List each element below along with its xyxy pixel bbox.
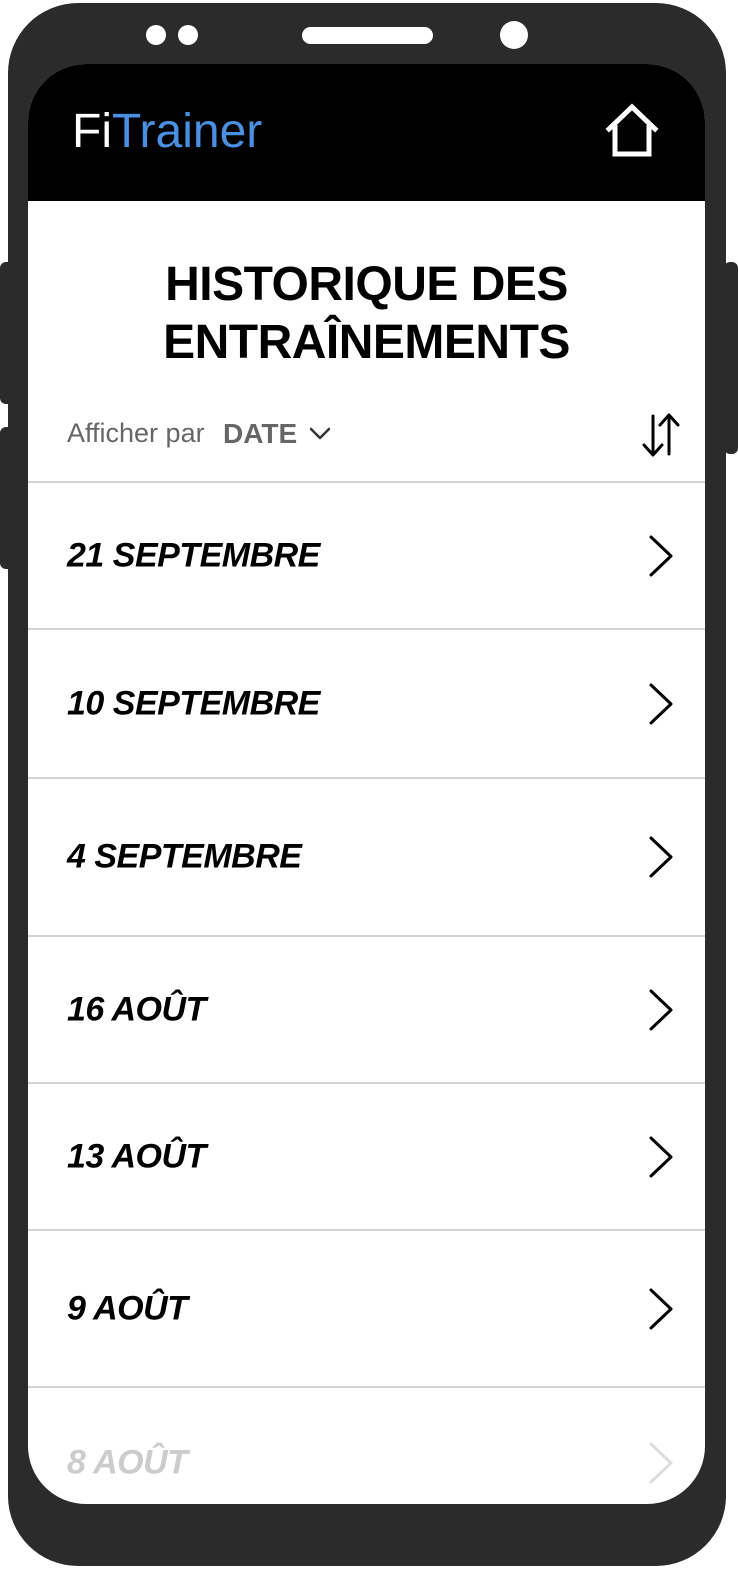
workout-date: 4 SEPTEMBRE [67,837,302,876]
page-title: HISTORIQUE DES ENTRAÎNEMENTS [28,256,705,372]
list-item[interactable]: 21 SEPTEMBRE [28,483,705,630]
workout-date: 21 SEPTEMBRE [67,536,320,574]
page-title-line2: ENTRAÎNEMENTS [163,316,570,369]
logo-fi: Fi [72,105,112,158]
chevron-right-icon [649,836,673,878]
chevron-down-icon [309,427,331,440]
chevron-right-icon [649,683,673,724]
chevron-right-icon [649,989,673,1030]
sort-order-icon [642,413,680,457]
front-sensor [178,25,198,45]
list-item[interactable]: 9 AOÛT [28,1231,705,1388]
chevron-right-icon [649,535,673,576]
earpiece-speaker [302,27,433,44]
workout-date: 9 AOÛT [67,1289,188,1327]
app-header: FiTrainer [28,64,705,201]
workout-date: 16 AOÛT [67,990,206,1028]
logo-trainer: Trainer [111,105,263,158]
front-sensor [146,25,166,45]
home-icon [605,103,659,157]
workout-history-list: 21 SEPTEMBRE 10 SEPTEMBRE 4 SEPTEMBRE 16… [28,481,705,1504]
list-item[interactable]: 16 AOÛT [28,937,705,1084]
page-title-line1: HISTORIQUE DES [165,258,568,311]
list-item[interactable]: 8 AOÛT [28,1388,705,1504]
front-camera [500,21,528,49]
workout-date: 8 AOÛT [67,1443,188,1482]
sort-by-dropdown[interactable]: DATE [223,414,331,454]
list-item[interactable]: 13 AOÛT [28,1084,705,1231]
sort-label: Afficher par [67,418,205,448]
phone-frame: FiTrainer HISTORIQUE DES ENTRAÎNEMENTS A… [8,3,726,1566]
home-button[interactable] [604,102,660,160]
sort-order-button[interactable] [639,410,683,460]
app-logo: FiTrainer [72,104,262,160]
sort-bar: Afficher par DATE [28,404,705,482]
chevron-right-icon [649,1136,673,1177]
workout-date: 10 SEPTEMBRE [67,684,320,722]
power-button [724,262,738,454]
chevron-right-icon [649,1442,673,1484]
workout-date: 13 AOÛT [67,1137,206,1175]
list-item[interactable]: 4 SEPTEMBRE [28,779,705,937]
list-item[interactable]: 10 SEPTEMBRE [28,630,705,779]
chevron-right-icon [649,1288,673,1329]
sort-by-value: DATE [223,418,298,449]
screen: FiTrainer HISTORIQUE DES ENTRAÎNEMENTS A… [28,64,705,1504]
